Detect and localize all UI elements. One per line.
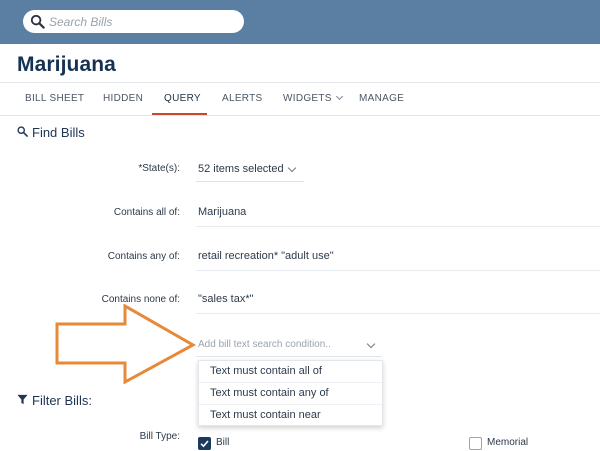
add-condition-placeholder: Add bill text search condition.. (198, 339, 331, 350)
tab-widgets-label: WIDGETS (283, 93, 332, 104)
tab-hidden[interactable]: HIDDEN (103, 93, 143, 104)
memorial-checkbox[interactable] (469, 437, 482, 450)
filter-bills-title: Filter Bills: (32, 393, 92, 408)
add-condition-select[interactable]: Add bill text search condition.. (196, 335, 382, 357)
condition-dropdown: Text must contain all of Text must conta… (198, 360, 383, 426)
contains-none-input[interactable]: "sales tax*" (198, 293, 254, 305)
states-select[interactable]: 52 items selected (196, 156, 304, 182)
annotation-arrow-icon (55, 304, 197, 384)
contains-all-input[interactable]: Marijuana (198, 206, 246, 218)
search-box[interactable] (23, 10, 244, 33)
magnifier-icon (17, 126, 28, 137)
bill-type-label: Bill Type: (139, 431, 180, 442)
option-contain-near[interactable]: Text must contain near (199, 404, 382, 425)
contains-any-input[interactable]: retail recreation* "adult use" (198, 250, 334, 262)
chevron-down-icon (366, 339, 376, 349)
search-icon (30, 14, 45, 29)
tab-widgets[interactable]: WIDGETS (283, 92, 343, 104)
contains-any-label: Contains any of: (107, 251, 180, 262)
states-label: *State(s): (138, 163, 180, 174)
filter-bills-heading: Filter Bills: (17, 393, 117, 409)
tab-alerts[interactable]: ALERTS (222, 93, 263, 104)
bill-checkbox[interactable] (198, 437, 211, 450)
funnel-icon (17, 394, 28, 405)
contains-any-underline (196, 270, 600, 271)
contains-all-label: Contains all of: (113, 207, 180, 218)
chevron-down-icon (287, 163, 297, 173)
tab-bar: BILL SHEET HIDDEN QUERY ALERTS WIDGETS M… (0, 83, 600, 116)
active-tab-indicator (152, 113, 207, 115)
states-select-value: 52 items selected (198, 163, 284, 175)
tab-bill-sheet[interactable]: BILL SHEET (25, 93, 84, 104)
tab-manage[interactable]: MANAGE (359, 93, 404, 104)
chevron-down-icon (335, 92, 343, 101)
option-contain-any[interactable]: Text must contain any of (199, 382, 382, 403)
contains-all-underline (196, 226, 600, 227)
find-bills-title: Find Bills (32, 125, 85, 140)
page-title: Marijuana (17, 53, 116, 76)
bill-checkbox-label: Bill (216, 437, 230, 448)
find-bills-heading: Find Bills (17, 125, 117, 141)
option-contain-all[interactable]: Text must contain all of (199, 361, 382, 382)
tab-query[interactable]: QUERY (164, 93, 201, 104)
contains-none-underline (196, 313, 600, 314)
search-input[interactable] (49, 12, 234, 31)
check-icon (200, 440, 209, 448)
memorial-checkbox-label: Memorial (487, 437, 529, 448)
top-bar (0, 0, 600, 44)
